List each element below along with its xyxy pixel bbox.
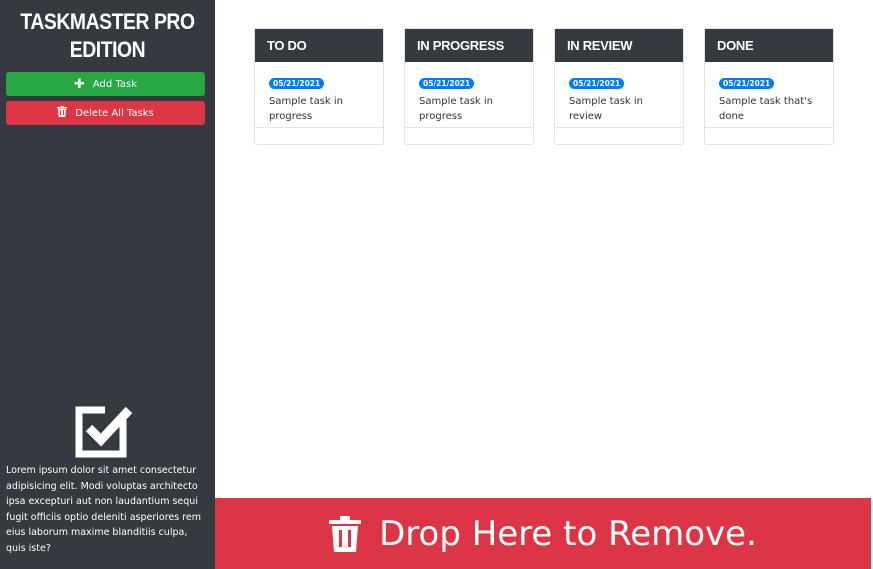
- column-in-progress: In Progress 05/21/2021 Sample task in pr…: [404, 28, 534, 145]
- date-badge: 05/21/2021: [269, 78, 325, 89]
- column-footer: [405, 128, 533, 144]
- column-footer: [555, 128, 683, 144]
- column-footer: [255, 128, 383, 144]
- trash-icon: [329, 515, 362, 552]
- sidebar: Taskmaster Pro Edition ✚ Add Task Delete…: [0, 0, 215, 569]
- delete-all-tasks-button[interactable]: Delete All Tasks: [6, 101, 205, 125]
- task-text: Sample task in progress: [269, 96, 344, 122]
- checkbox-icon: [75, 406, 133, 458]
- column-title: To Do: [255, 29, 383, 62]
- delete-all-tasks-label: Delete All Tasks: [75, 107, 154, 119]
- add-task-label: Add Task: [92, 78, 138, 90]
- task-board: To Do 05/21/2021 Sample task in progress…: [254, 28, 834, 145]
- task-card[interactable]: 05/21/2021 Sample task that's done: [705, 62, 833, 128]
- task-card[interactable]: 05/21/2021 Sample task in progress: [405, 62, 533, 128]
- task-text: Sample task in progress: [419, 96, 494, 122]
- trash-icon: [57, 106, 68, 120]
- date-badge: 05/21/2021: [419, 78, 475, 89]
- app-title: Taskmaster Pro Edition: [20, 9, 195, 62]
- column-title: In Progress: [405, 29, 533, 62]
- about-text: Lorem ipsum dolor sit amet consectetur a…: [6, 465, 202, 554]
- task-text: Sample task in review: [569, 96, 644, 122]
- column-title: Done: [705, 29, 833, 62]
- date-badge: 05/21/2021: [719, 78, 775, 89]
- task-card[interactable]: 05/21/2021 Sample task in progress: [255, 62, 383, 128]
- column-in-review: In Review 05/21/2021 Sample task in revi…: [554, 28, 684, 145]
- column-title: In Review: [555, 29, 683, 62]
- column-footer: [705, 128, 833, 144]
- drop-zone[interactable]: Drop Here to Remove.: [215, 498, 871, 569]
- plus-icon: ✚: [73, 76, 85, 92]
- task-text: Sample task that's done: [719, 96, 813, 122]
- drop-zone-label: Drop Here to Remove.: [379, 513, 757, 554]
- date-badge: 05/21/2021: [569, 78, 625, 89]
- column-done: Done 05/21/2021 Sample task that's done: [704, 28, 834, 145]
- task-card[interactable]: 05/21/2021 Sample task in review: [555, 62, 683, 128]
- column-todo: To Do 05/21/2021 Sample task in progress: [254, 28, 384, 145]
- add-task-button[interactable]: ✚ Add Task: [6, 72, 205, 96]
